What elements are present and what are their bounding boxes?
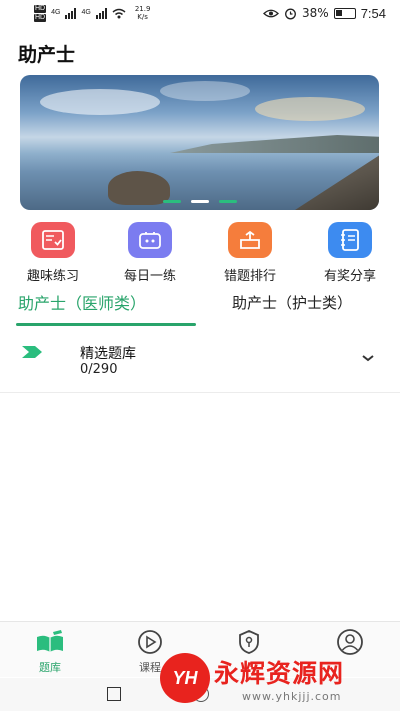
shortcut-wrong-ranking[interactable]: 错题排行 bbox=[205, 222, 295, 284]
signal-icon bbox=[95, 7, 107, 19]
carousel-dot[interactable] bbox=[163, 200, 181, 203]
tab-doctor[interactable]: 助产士（医师类） bbox=[18, 290, 146, 314]
question-bank-row[interactable]: 精选题库 0/290 bbox=[0, 336, 400, 393]
shortcut-fun-practice[interactable]: 趣味练习 bbox=[8, 222, 98, 284]
nav-label: 课程 bbox=[139, 661, 161, 674]
shortcut-reward-share[interactable]: 有奖分享 bbox=[305, 222, 395, 284]
wrong-questions-icon bbox=[228, 222, 272, 258]
eye-icon bbox=[263, 9, 279, 17]
battery-percent: 38% bbox=[302, 6, 329, 20]
page-title: 助产士 bbox=[18, 44, 76, 66]
shortcut-label: 错题排行 bbox=[223, 269, 276, 284]
status-time: 7:54 bbox=[360, 5, 386, 21]
banner-hills bbox=[170, 135, 379, 153]
banner-rock bbox=[108, 171, 170, 205]
category-tabs: 助产士（医师类） 助产士（护士类） bbox=[0, 290, 400, 328]
watermark-name: 永辉资源网 bbox=[214, 658, 345, 688]
question-bank-progress: 0/290 bbox=[80, 362, 118, 377]
watermark: YH 永辉资源网 www.yhkjjj.com bbox=[160, 645, 400, 711]
daily-practice-icon bbox=[128, 222, 172, 258]
nav-label: 题库 bbox=[39, 661, 61, 674]
status-right: 38% 7:54 bbox=[263, 6, 386, 21]
carousel-dot-active[interactable] bbox=[191, 200, 209, 203]
question-bank-title: 精选题库 bbox=[80, 346, 136, 362]
shortcut-grid: 趣味练习 每日一练 错题排行 有奖分享 bbox=[0, 222, 400, 284]
notebook-share-icon bbox=[328, 222, 372, 258]
battery-icon bbox=[333, 7, 356, 19]
net-speed: 21.9 K/s bbox=[135, 5, 151, 21]
tab-nurse[interactable]: 助产士（护士类） bbox=[232, 292, 352, 313]
banner-shore bbox=[295, 155, 379, 210]
network-tag: 4G bbox=[81, 9, 91, 16]
square-recent-icon[interactable] bbox=[107, 687, 121, 701]
hd-badge: HD bbox=[34, 13, 47, 22]
shortcut-label: 每日一练 bbox=[123, 269, 176, 284]
network-tag: 4G bbox=[51, 9, 61, 16]
shortcut-label: 趣味练习 bbox=[26, 269, 79, 284]
watermark-logo: YH bbox=[160, 653, 210, 703]
chevron-down-icon[interactable] bbox=[360, 350, 376, 366]
status-left: HD HD 4G 4G 21.9 K/s bbox=[34, 4, 151, 22]
hd-badges: HD HD bbox=[34, 4, 47, 22]
net-speed-value: 21.9 bbox=[134, 5, 151, 13]
wifi-icon bbox=[112, 8, 126, 18]
watermark-url: www.yhkjjj.com bbox=[242, 689, 342, 703]
carousel-indicator bbox=[163, 200, 237, 203]
signal-icon bbox=[65, 7, 77, 19]
banner-cloud bbox=[40, 89, 160, 115]
carousel-dot[interactable] bbox=[219, 200, 237, 203]
book-icon bbox=[34, 626, 66, 658]
banner-cloud bbox=[255, 97, 365, 121]
banner-cloud bbox=[160, 81, 250, 101]
alarm-icon bbox=[285, 8, 296, 19]
green-flag-icon bbox=[22, 346, 42, 358]
hd-badge: HD bbox=[34, 4, 47, 13]
tab-active-indicator bbox=[16, 323, 196, 326]
shortcut-label: 有奖分享 bbox=[323, 269, 376, 284]
shortcut-daily-practice[interactable]: 每日一练 bbox=[105, 222, 195, 284]
status-bar: HD HD 4G 4G 21.9 K/s 38% 7:54 bbox=[0, 0, 400, 26]
watermark-text: 永辉资源网 www.yhkjjj.com bbox=[214, 654, 344, 703]
net-speed-unit: K/s bbox=[137, 13, 148, 21]
banner-carousel[interactable] bbox=[20, 75, 379, 210]
quiz-board-icon bbox=[31, 222, 75, 258]
nav-question-bank[interactable]: 题库 bbox=[20, 626, 80, 675]
